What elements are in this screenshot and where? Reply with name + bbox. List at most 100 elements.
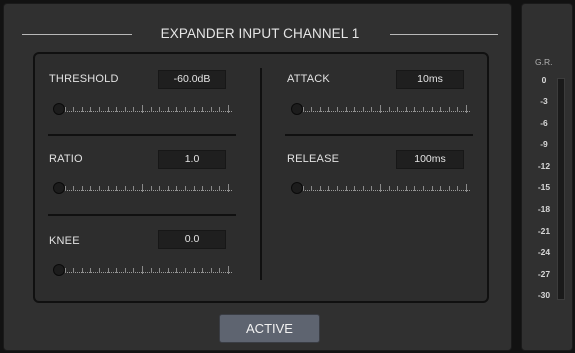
threshold-label: THRESHOLD [49, 73, 119, 85]
slider-tick [405, 186, 407, 191]
slider-tick [362, 107, 364, 112]
release-slider[interactable] [290, 180, 470, 200]
gr-tick-label: -27 [537, 269, 551, 279]
slider-tick [380, 184, 381, 192]
slider-tick [328, 107, 330, 112]
slider-track [292, 190, 470, 191]
slider-tick [116, 107, 118, 112]
gr-tick-label: -15 [537, 182, 551, 192]
slider-tick [73, 268, 75, 273]
slider-track [54, 272, 232, 273]
slider-tick [202, 268, 204, 273]
active-button[interactable]: ACTIVE [219, 314, 320, 343]
slider-thumb[interactable] [291, 182, 303, 194]
slider-tick [167, 268, 169, 273]
knee-value[interactable]: 0.0 [158, 230, 226, 249]
slider-tick [397, 107, 399, 112]
slider-tick [219, 107, 221, 112]
slider-tick [448, 186, 450, 191]
slider-tick [319, 186, 321, 191]
attack-value[interactable]: 10ms [396, 70, 464, 89]
slider-tick [142, 266, 143, 274]
slider-tick [167, 186, 169, 191]
slider-tick [124, 107, 126, 112]
slider-tick [319, 107, 321, 112]
slider-tick [90, 186, 92, 191]
slider-thumb[interactable] [53, 182, 65, 194]
slider-tick [380, 105, 381, 113]
slider-tick [99, 186, 100, 191]
gr-label: G.R. [535, 57, 553, 67]
ratio-label: RATIO [49, 153, 83, 165]
row-divider [48, 214, 236, 216]
slider-track [54, 111, 232, 112]
gr-tick-label: -6 [540, 118, 548, 128]
slider-tick [90, 107, 92, 112]
gr-meter-bar [557, 78, 565, 300]
ratio-value[interactable]: 1.0 [158, 150, 226, 169]
slider-tick [133, 186, 135, 191]
slider-tick [73, 186, 75, 191]
slider-thumb[interactable] [53, 103, 65, 115]
slider-tick [440, 186, 442, 191]
panel-title: EXPANDER INPUT CHANNEL 1 [160, 26, 360, 41]
slider-tick [107, 107, 109, 112]
slider-tick [124, 268, 126, 273]
slider-tick [159, 268, 161, 273]
slider-track [54, 190, 232, 191]
slider-tick [99, 268, 100, 273]
slider-tick [337, 186, 338, 191]
slider-tick [167, 107, 169, 112]
slider-tick [159, 186, 161, 191]
knee-label: KNEE [49, 235, 80, 247]
slider-tick [466, 184, 467, 192]
slider-tick [81, 268, 83, 273]
slider-tick [345, 107, 347, 112]
slider-tick [345, 186, 347, 191]
slider-tick [362, 186, 364, 191]
ratio-slider[interactable] [52, 180, 232, 200]
slider-tick [142, 105, 143, 113]
slider-tick [202, 107, 204, 112]
slider-tick [228, 184, 229, 192]
release-value[interactable]: 100ms [396, 150, 464, 169]
title-rule-left [22, 34, 132, 35]
slider-tick [423, 107, 424, 112]
slider-tick [176, 268, 178, 273]
slider-tick [414, 107, 416, 112]
threshold-value[interactable]: -60.0dB [158, 70, 226, 89]
slider-tick [133, 268, 135, 273]
slider-tick [440, 107, 442, 112]
knee-slider[interactable] [52, 262, 232, 282]
slider-tick [133, 107, 135, 112]
slider-thumb[interactable] [291, 103, 303, 115]
slider-tick [202, 186, 204, 191]
slider-thumb[interactable] [53, 264, 65, 276]
threshold-slider[interactable] [52, 101, 232, 121]
gr-tick-label: -12 [537, 161, 551, 171]
attack-slider[interactable] [290, 101, 470, 121]
slider-tick [457, 107, 459, 112]
slider-tick [371, 186, 373, 191]
attack-label: ATTACK [287, 73, 330, 85]
slider-tick [210, 268, 212, 273]
title-rule-right [390, 34, 498, 35]
slider-tick [185, 186, 186, 191]
slider-tick [73, 107, 75, 112]
slider-tick [405, 107, 407, 112]
slider-tick [210, 107, 212, 112]
slider-tick [448, 107, 450, 112]
column-divider [260, 68, 262, 280]
slider-tick [193, 186, 195, 191]
slider-tick [210, 186, 212, 191]
slider-tick [466, 105, 467, 113]
slider-tick [328, 186, 330, 191]
slider-tick [388, 107, 390, 112]
slider-tick [193, 107, 195, 112]
row-divider [48, 134, 236, 136]
slider-tick [371, 107, 373, 112]
gr-tick-label: -30 [537, 290, 551, 300]
slider-track [292, 111, 470, 112]
row-divider [285, 134, 473, 136]
slider-tick [311, 186, 313, 191]
